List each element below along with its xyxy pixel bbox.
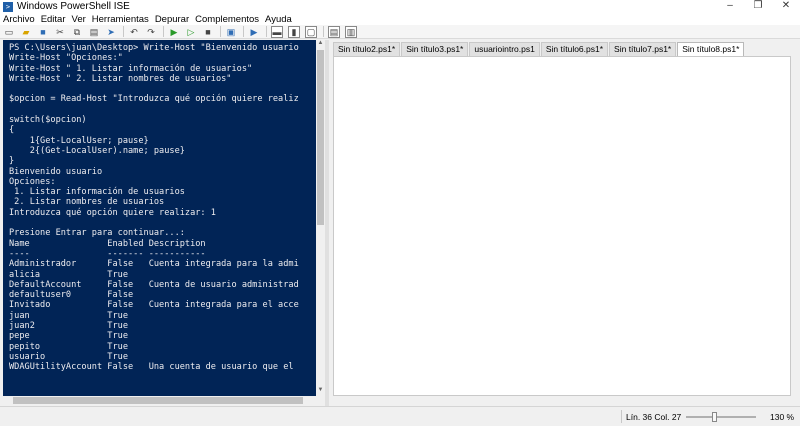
- menu-complementos[interactable]: Complementos: [192, 14, 262, 25]
- cut-icon[interactable]: ✂: [54, 26, 66, 38]
- editor-horizontal-scrollbar[interactable]: [333, 56, 791, 396]
- tab-usuariointro[interactable]: usuariointro.ps1: [469, 42, 540, 56]
- remote-powershell-icon[interactable]: ▣: [225, 26, 237, 38]
- menu-ver[interactable]: Ver: [69, 14, 89, 25]
- cursor-position: Lín. 36 Col. 27: [626, 412, 682, 422]
- toolbar-separator: [220, 26, 221, 37]
- paste-icon[interactable]: ▤: [88, 26, 100, 38]
- toolbar-separator: [123, 26, 124, 37]
- show-script-maximized-icon[interactable]: ▢: [305, 25, 317, 38]
- zoom-slider[interactable]: [686, 412, 756, 422]
- tab-sin-titulo3[interactable]: Sin título3.ps1*: [401, 42, 469, 56]
- stop-icon[interactable]: ■: [202, 26, 214, 38]
- run-selection-icon[interactable]: ▷: [185, 26, 197, 38]
- window-controls: – ❐ ✕: [716, 0, 800, 13]
- menu-depurar[interactable]: Depurar: [152, 14, 192, 25]
- tab-sin-titulo7[interactable]: Sin título7.ps1*: [609, 42, 677, 56]
- close-button[interactable]: ✕: [772, 0, 800, 13]
- tab-sin-titulo6[interactable]: Sin título6.ps1*: [540, 42, 609, 56]
- console-scroll-thumb[interactable]: [317, 50, 324, 225]
- console-horizontal-scrollbar[interactable]: [3, 396, 325, 405]
- tab-sin-titulo8[interactable]: Sin título8.ps1*: [677, 42, 745, 56]
- toolbar-separator: [323, 26, 324, 37]
- script-tabs: Sin título2.ps1* Sin título3.ps1* usuari…: [333, 42, 745, 56]
- new-file-icon[interactable]: ▭: [3, 26, 15, 38]
- menu-archivo[interactable]: Archivo: [0, 14, 38, 25]
- toolbar: ▭ ▰ ■ ✂ ⧉ ▤ ➤ ↶ ↷ ▶ ▷ ■ ▣ ▶ ▬ ▮ ▢ ▤ ▥: [0, 25, 800, 39]
- scroll-down-icon[interactable]: ▼: [316, 387, 325, 396]
- show-script-top-icon[interactable]: ▬: [271, 25, 283, 38]
- copy-icon[interactable]: ⧉: [71, 26, 83, 38]
- toolbar-separator: [163, 26, 164, 37]
- scroll-up-icon[interactable]: ▲: [316, 40, 325, 49]
- menu-bar: Archivo Editar Ver Herramientas Depurar …: [0, 13, 800, 25]
- minimize-button[interactable]: –: [716, 0, 744, 13]
- tab-sin-titulo2[interactable]: Sin título2.ps1*: [333, 42, 401, 56]
- show-script-right-icon[interactable]: ▮: [288, 25, 300, 38]
- powershell-window-icon[interactable]: ▶: [248, 26, 260, 38]
- redo-icon[interactable]: ↷: [145, 26, 157, 38]
- maximize-button[interactable]: ❐: [744, 0, 772, 13]
- menu-ayuda[interactable]: Ayuda: [262, 14, 295, 25]
- open-folder-icon[interactable]: ▰: [20, 26, 32, 38]
- show-commands-icon[interactable]: ▥: [345, 25, 357, 38]
- console-output: PS C:\Users\juan\Desktop> Write-Host "Bi…: [9, 43, 299, 373]
- toolbar-separator: [266, 26, 267, 37]
- menu-editar[interactable]: Editar: [38, 14, 69, 25]
- console-pane[interactable]: PS C:\Users\juan\Desktop> Write-Host "Bi…: [3, 40, 325, 396]
- zoom-level: 130 %: [770, 412, 795, 422]
- status-bar: Lín. 36 Col. 27 130 %: [0, 406, 800, 426]
- run-script-icon[interactable]: ▶: [168, 26, 180, 38]
- console-hscroll-thumb[interactable]: [13, 397, 303, 404]
- toolbar-separator: [243, 26, 244, 37]
- status-divider: [621, 410, 622, 423]
- zoom-slider-knob[interactable]: [712, 412, 717, 422]
- clear-console-icon[interactable]: ➤: [105, 26, 117, 38]
- powershell-app-icon: >: [3, 1, 13, 12]
- undo-icon[interactable]: ↶: [128, 26, 140, 38]
- console-vertical-scrollbar[interactable]: ▲ ▼: [316, 40, 325, 396]
- title-bar: > Windows PowerShell ISE – ❐ ✕: [0, 0, 800, 13]
- save-icon[interactable]: ■: [37, 26, 49, 38]
- menu-herramientas[interactable]: Herramientas: [89, 14, 152, 25]
- pane-splitter[interactable]: [325, 40, 329, 406]
- show-script-pane-icon[interactable]: ▤: [328, 25, 340, 38]
- window-title: Windows PowerShell ISE: [17, 1, 130, 12]
